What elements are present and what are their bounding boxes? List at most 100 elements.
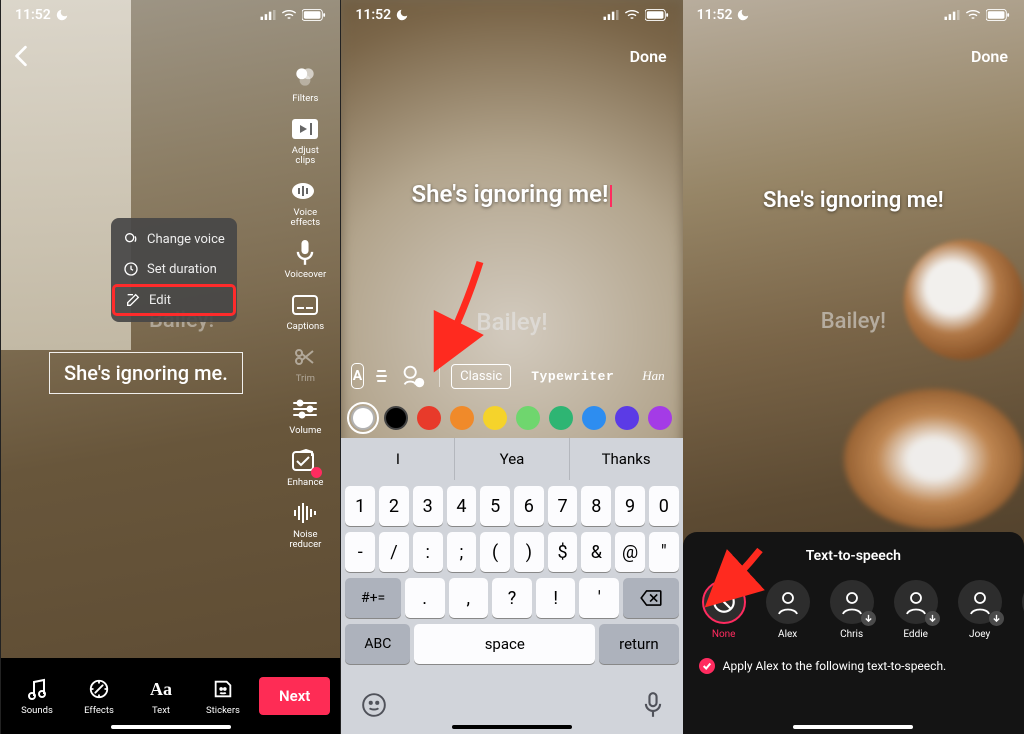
done-button[interactable]: Done (971, 47, 1008, 66)
color-swatch[interactable] (615, 406, 639, 430)
sidebar-voice-effects[interactable]: Voice effects (281, 176, 329, 228)
prediction-2[interactable]: Yea (455, 438, 569, 480)
voice-none[interactable]: None (697, 580, 751, 640)
key-sym[interactable]: ) (514, 532, 544, 572)
captions-icon (290, 290, 320, 320)
text-align-button[interactable] (376, 363, 387, 389)
dock-stickers[interactable]: Stickers (197, 676, 249, 716)
key-7[interactable]: 7 (548, 486, 578, 526)
key-2[interactable]: 2 (379, 486, 409, 526)
key-4[interactable]: 4 (447, 486, 477, 526)
key-5[interactable]: 5 (480, 486, 510, 526)
key-sym[interactable]: & (581, 532, 611, 572)
back-button[interactable] (13, 45, 29, 67)
color-swatch[interactable] (483, 406, 507, 430)
key-0[interactable]: 0 (649, 486, 679, 526)
key-1[interactable]: 1 (345, 486, 375, 526)
voice-alex[interactable]: Alex (761, 580, 815, 640)
sidebar-adjust-clips[interactable]: Adjust clips (281, 114, 329, 166)
dock-text[interactable]: Aa Text (135, 676, 187, 716)
key-9[interactable]: 9 (615, 486, 645, 526)
text-bg-toggle[interactable]: A (351, 363, 363, 389)
color-swatch[interactable] (516, 406, 540, 430)
trim-icon (290, 342, 320, 372)
key-sym[interactable]: - (345, 532, 375, 572)
sidebar-trim[interactable]: Trim (290, 342, 320, 384)
color-swatch[interactable] (549, 406, 573, 430)
home-indicator[interactable] (793, 725, 913, 729)
sidebar-enhance[interactable]: Enhance (287, 446, 323, 488)
clock: 11:52 (355, 7, 391, 23)
sidebar-noise-reducer[interactable]: Noise reducer (281, 498, 329, 550)
next-button[interactable]: Next (259, 677, 330, 715)
key-return[interactable]: return (599, 624, 679, 664)
sidebar-volume[interactable]: Volume (289, 394, 321, 436)
home-indicator[interactable] (111, 725, 231, 729)
status-bar: 11:52 (1, 0, 340, 30)
color-swatch[interactable] (351, 406, 375, 430)
key-comma[interactable]: , (449, 578, 489, 618)
dictation-button[interactable] (643, 692, 663, 718)
key-6[interactable]: 6 (514, 486, 544, 526)
dock-sounds[interactable]: Sounds (11, 676, 63, 716)
tts-panel: Text-to-speech NoneAlexChrisEddieJoeyJes… (683, 532, 1024, 734)
menu-set-duration[interactable]: Set duration (111, 254, 237, 284)
phone-text-editor: 11:52 Done She's ignoring me! Bailey! A … (341, 0, 682, 734)
voice-eddie[interactable]: Eddie (889, 580, 943, 640)
key-sym[interactable]: ; (447, 532, 477, 572)
menu-change-voice[interactable]: Change voice (111, 224, 237, 254)
key-sym[interactable]: / (379, 532, 409, 572)
key-8[interactable]: 8 (581, 486, 611, 526)
key-period[interactable]: . (405, 578, 445, 618)
color-swatch[interactable] (417, 406, 441, 430)
sidebar-filters[interactable]: Filters (290, 62, 320, 104)
font-classic[interactable]: Classic (451, 364, 511, 389)
color-swatch[interactable] (450, 406, 474, 430)
sidebar-voiceover[interactable]: Voiceover (284, 238, 326, 280)
key-alt[interactable]: #+= (345, 578, 401, 618)
key-sym[interactable]: @ (615, 532, 645, 572)
text-to-speech-button[interactable] (399, 362, 427, 390)
key-backspace[interactable] (623, 578, 679, 618)
status-bar: 11:52 (683, 0, 1024, 30)
bailey-text[interactable]: Bailey! (341, 308, 682, 336)
clock-icon (123, 261, 139, 277)
signal-icon (603, 10, 619, 20)
home-indicator[interactable] (452, 725, 572, 729)
adjust-icon (290, 114, 320, 144)
apply-to-all-row[interactable]: Apply Alex to the following text-to-spee… (683, 658, 947, 674)
done-button[interactable]: Done (630, 47, 667, 66)
editable-text[interactable]: She's ignoring me! (341, 180, 682, 208)
selected-text-overlay[interactable]: She's ignoring me. (49, 352, 243, 394)
menu-edit[interactable]: Edit (113, 285, 235, 315)
font-handwriting[interactable]: Han (634, 364, 672, 388)
sidebar-captions[interactable]: Captions (286, 290, 324, 332)
voice-chris[interactable]: Chris (825, 580, 879, 640)
key-apos[interactable]: ' (579, 578, 619, 618)
color-swatch[interactable] (384, 406, 408, 430)
key-space[interactable]: space (414, 624, 595, 664)
color-swatch[interactable] (648, 406, 672, 430)
key-question[interactable]: ? (492, 578, 532, 618)
emoji-button[interactable] (361, 692, 387, 718)
prediction-3[interactable]: Thanks (570, 438, 683, 480)
key-abc[interactable]: ABC (345, 624, 410, 664)
key-sym[interactable]: " (649, 532, 679, 572)
volume-icon (290, 394, 320, 424)
color-swatch[interactable] (582, 406, 606, 430)
voice-name: Joey (969, 629, 990, 640)
download-icon (989, 611, 1004, 626)
text-context-menu: Change voice Set duration Edit (111, 218, 237, 322)
key-sym[interactable]: $ (548, 532, 578, 572)
overlay-text[interactable]: She's ignoring me! (683, 188, 1024, 213)
voice-joey[interactable]: Joey (953, 580, 1007, 640)
key-sym[interactable]: ( (480, 532, 510, 572)
bailey-text[interactable]: Bailey! (683, 309, 1024, 334)
font-typewriter[interactable]: Typewriter (523, 365, 622, 388)
key-sym[interactable]: : (413, 532, 443, 572)
key-3[interactable]: 3 (413, 486, 443, 526)
dock-effects[interactable]: Effects (73, 676, 125, 716)
key-exclaim[interactable]: ! (536, 578, 576, 618)
voice-jessi[interactable]: Jessi (1017, 580, 1024, 640)
prediction-1[interactable]: I (341, 438, 455, 480)
